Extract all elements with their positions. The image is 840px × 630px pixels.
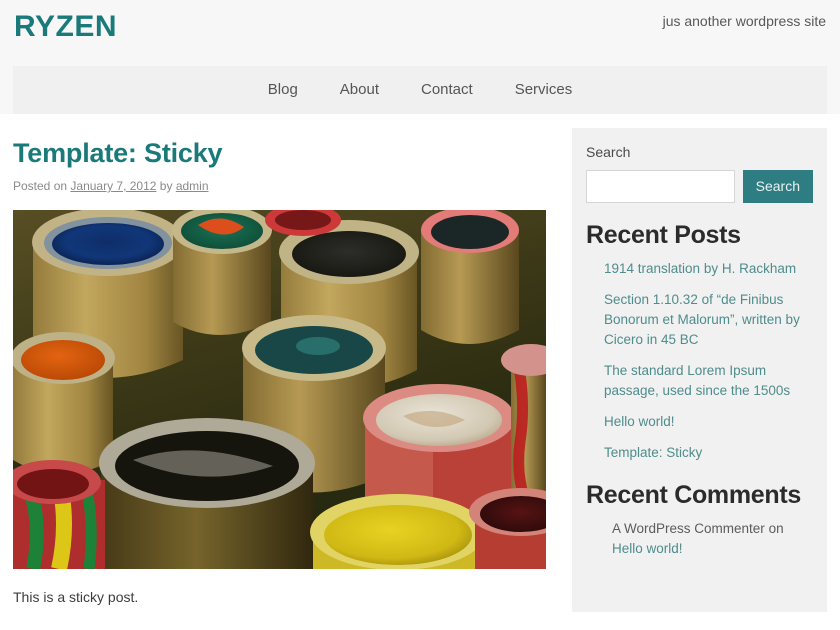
comment-author-name: A WordPress Commenter: [612, 521, 765, 536]
sidebar: Search Search Recent Posts 1914 translat…: [572, 128, 827, 612]
post-meta-posted-on-label: Posted on: [13, 179, 68, 193]
site-title[interactable]: RYZEN: [14, 8, 117, 46]
recent-posts-widget: Recent Posts 1914 translation by H. Rack…: [586, 219, 813, 463]
recent-post-link-5[interactable]: Template: Sticky: [604, 443, 813, 463]
list-item: Template: Sticky: [586, 443, 813, 463]
post-body-text: This is a sticky post.: [13, 589, 139, 605]
recent-posts-list: 1914 translation by H. Rackham Section 1…: [586, 259, 813, 463]
recent-comments-list: A WordPress Commenter on Hello world!: [586, 519, 813, 559]
search-widget-title: Search: [586, 144, 631, 160]
recent-comments-widget: Recent Comments A WordPress Commenter on…: [586, 479, 813, 559]
post-author-link[interactable]: admin: [176, 179, 209, 193]
list-item: A WordPress Commenter on Hello world!: [586, 519, 813, 559]
list-item: Hello world!: [586, 412, 813, 432]
nav-wrapper: Blog About Contact Services: [0, 66, 840, 114]
main-navigation: Blog About Contact Services: [13, 66, 827, 114]
nav-item-contact[interactable]: Contact: [400, 66, 494, 114]
post-date-link[interactable]: January 7, 2012: [70, 179, 156, 193]
recent-comments-title: Recent Comments: [586, 481, 801, 509]
nav-item-blog[interactable]: Blog: [247, 66, 319, 114]
recent-post-link-4[interactable]: Hello world!: [604, 412, 813, 432]
recent-post-link-3[interactable]: The standard Lorem Ipsum passage, used s…: [604, 361, 813, 401]
list-item: 1914 translation by H. Rackham: [586, 259, 813, 279]
main-content: Template: Sticky Posted on January 7, 20…: [13, 114, 547, 608]
search-widget: Search Search: [586, 142, 813, 203]
nav-item-about[interactable]: About: [319, 66, 400, 114]
list-item: The standard Lorem Ipsum passage, used s…: [586, 361, 813, 401]
post-meta-by-label: by: [159, 179, 173, 193]
post-featured-image: [13, 210, 546, 569]
search-input[interactable]: [586, 170, 735, 203]
site-tagline: jus another wordpress site: [662, 13, 826, 29]
post-title: Template: Sticky: [13, 138, 223, 168]
search-form: Search: [586, 170, 813, 203]
comment-on-label: on: [768, 521, 784, 536]
recent-post-link-1[interactable]: 1914 translation by H. Rackham: [604, 259, 813, 279]
comment-post-link[interactable]: Hello world!: [612, 541, 683, 556]
page-layout: Template: Sticky Posted on January 7, 20…: [0, 114, 840, 612]
recent-posts-title: Recent Posts: [586, 221, 741, 249]
search-button[interactable]: Search: [742, 170, 813, 203]
list-item: Section 1.10.32 of “de Finibus Bonorum e…: [586, 290, 813, 350]
post-meta: Posted on January 7, 2012 by admin: [13, 178, 547, 194]
pigment-tubes-photo: [13, 210, 546, 569]
recent-post-link-2[interactable]: Section 1.10.32 of “de Finibus Bonorum e…: [604, 290, 813, 350]
site-header: RYZEN jus another wordpress site: [0, 0, 840, 66]
nav-item-services[interactable]: Services: [494, 66, 594, 114]
